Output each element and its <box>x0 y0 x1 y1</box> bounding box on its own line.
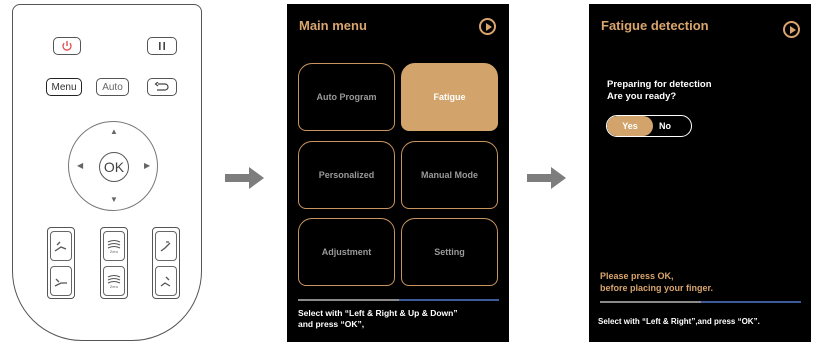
zero-label-1: Zero <box>109 249 119 254</box>
back-icon <box>154 82 169 91</box>
fatigue-detection-screen: Fatigue detection Preparing for detectio… <box>589 4 811 342</box>
ok-button-label: OK <box>103 159 125 175</box>
footer-line-2: and press “OK”, <box>298 319 365 329</box>
tile-manual-mode[interactable]: Manual Mode <box>401 141 498 209</box>
recline-down-icon <box>54 278 67 287</box>
prompt-line-2: Are you ready? <box>607 91 677 102</box>
fatigue-footer: Select with “Left & Right”,and press “OK… <box>598 317 760 326</box>
zero-gravity-1-button[interactable]: Zero <box>103 231 125 261</box>
tile-label: Auto Program <box>316 92 377 102</box>
zero-gravity-icon <box>107 239 121 249</box>
progress-bar-blue <box>399 299 499 301</box>
power-icon <box>62 41 72 51</box>
down-arrow-icon[interactable]: ▼ <box>110 196 118 204</box>
tile-label: Setting <box>434 247 465 257</box>
auto-button[interactable]: Auto <box>96 78 129 96</box>
tile-auto-program[interactable]: Auto Program <box>298 63 395 131</box>
auto-button-label: Auto <box>102 81 123 93</box>
zero-gravity-icon <box>107 274 121 284</box>
main-menu-screen: Main menu Auto Program Fatigue Personali… <box>287 4 509 342</box>
pause-icon <box>159 42 165 50</box>
legrest-up-button[interactable] <box>155 231 177 261</box>
footer-line-1: Select with “Left & Right & Up & Down” <box>298 308 458 318</box>
legrest-down-icon <box>160 276 171 287</box>
prompt-line-1: Preparing for detection <box>607 79 712 90</box>
ok-button[interactable]: OK <box>99 152 129 182</box>
play-icon[interactable] <box>479 18 496 35</box>
zero-label-2: Zero <box>109 284 119 289</box>
main-menu-title: Main menu <box>299 18 367 33</box>
menu-button-label: Menu <box>51 81 77 93</box>
tile-label: Fatigue <box>433 92 466 102</box>
remote-control: Menu Auto ▲ ▼ ◀ ▶ OK Zero Zero <box>12 4 202 341</box>
backrest-up-button[interactable] <box>50 231 72 261</box>
pause-button[interactable] <box>147 37 177 55</box>
tile-personalized[interactable]: Personalized <box>298 141 395 209</box>
zero-gravity-2-button[interactable]: Zero <box>103 266 125 296</box>
tile-adjustment[interactable]: Adjustment <box>298 218 395 286</box>
right-arrow-icon <box>527 167 566 189</box>
progress-bar-gray <box>298 299 399 301</box>
tile-label: Personalized <box>318 170 375 180</box>
notice-line-2: before placing your finger. <box>600 283 714 293</box>
progress-bar-blue <box>701 301 801 303</box>
right-arrow-icon <box>225 167 264 189</box>
tile-fatigue[interactable]: Fatigue <box>401 63 498 131</box>
power-button[interactable] <box>53 37 81 55</box>
play-icon[interactable] <box>783 21 800 38</box>
tile-setting[interactable]: Setting <box>401 218 498 286</box>
direction-pad[interactable]: ▲ ▼ ◀ ▶ OK <box>68 121 158 211</box>
right-arrow-icon[interactable]: ▶ <box>144 162 150 170</box>
legrest-down-button[interactable] <box>155 266 177 296</box>
finger-notice: Please press OK, before placing your fin… <box>600 270 713 294</box>
up-arrow-icon[interactable]: ▲ <box>110 128 118 136</box>
no-option[interactable]: No <box>653 116 691 136</box>
legrest-up-icon <box>160 241 171 252</box>
yes-no-toggle[interactable]: Yes No <box>606 115 692 137</box>
yes-option[interactable]: Yes <box>607 116 653 136</box>
left-arrow-icon[interactable]: ◀ <box>77 162 83 170</box>
main-menu-footer: Select with “Left & Right & Up & Down” a… <box>298 308 458 330</box>
fatigue-title: Fatigue detection <box>601 18 709 33</box>
detection-prompt: Preparing for detection Are you ready? <box>607 79 712 103</box>
recline-up-icon <box>54 241 67 252</box>
backrest-down-button[interactable] <box>50 266 72 296</box>
progress-bar-gray <box>600 301 701 303</box>
back-button[interactable] <box>147 78 177 96</box>
tile-label: Adjustment <box>321 247 372 257</box>
tile-label: Manual Mode <box>420 170 478 180</box>
menu-button[interactable]: Menu <box>46 78 82 96</box>
notice-line-1: Please press OK, <box>600 271 674 281</box>
